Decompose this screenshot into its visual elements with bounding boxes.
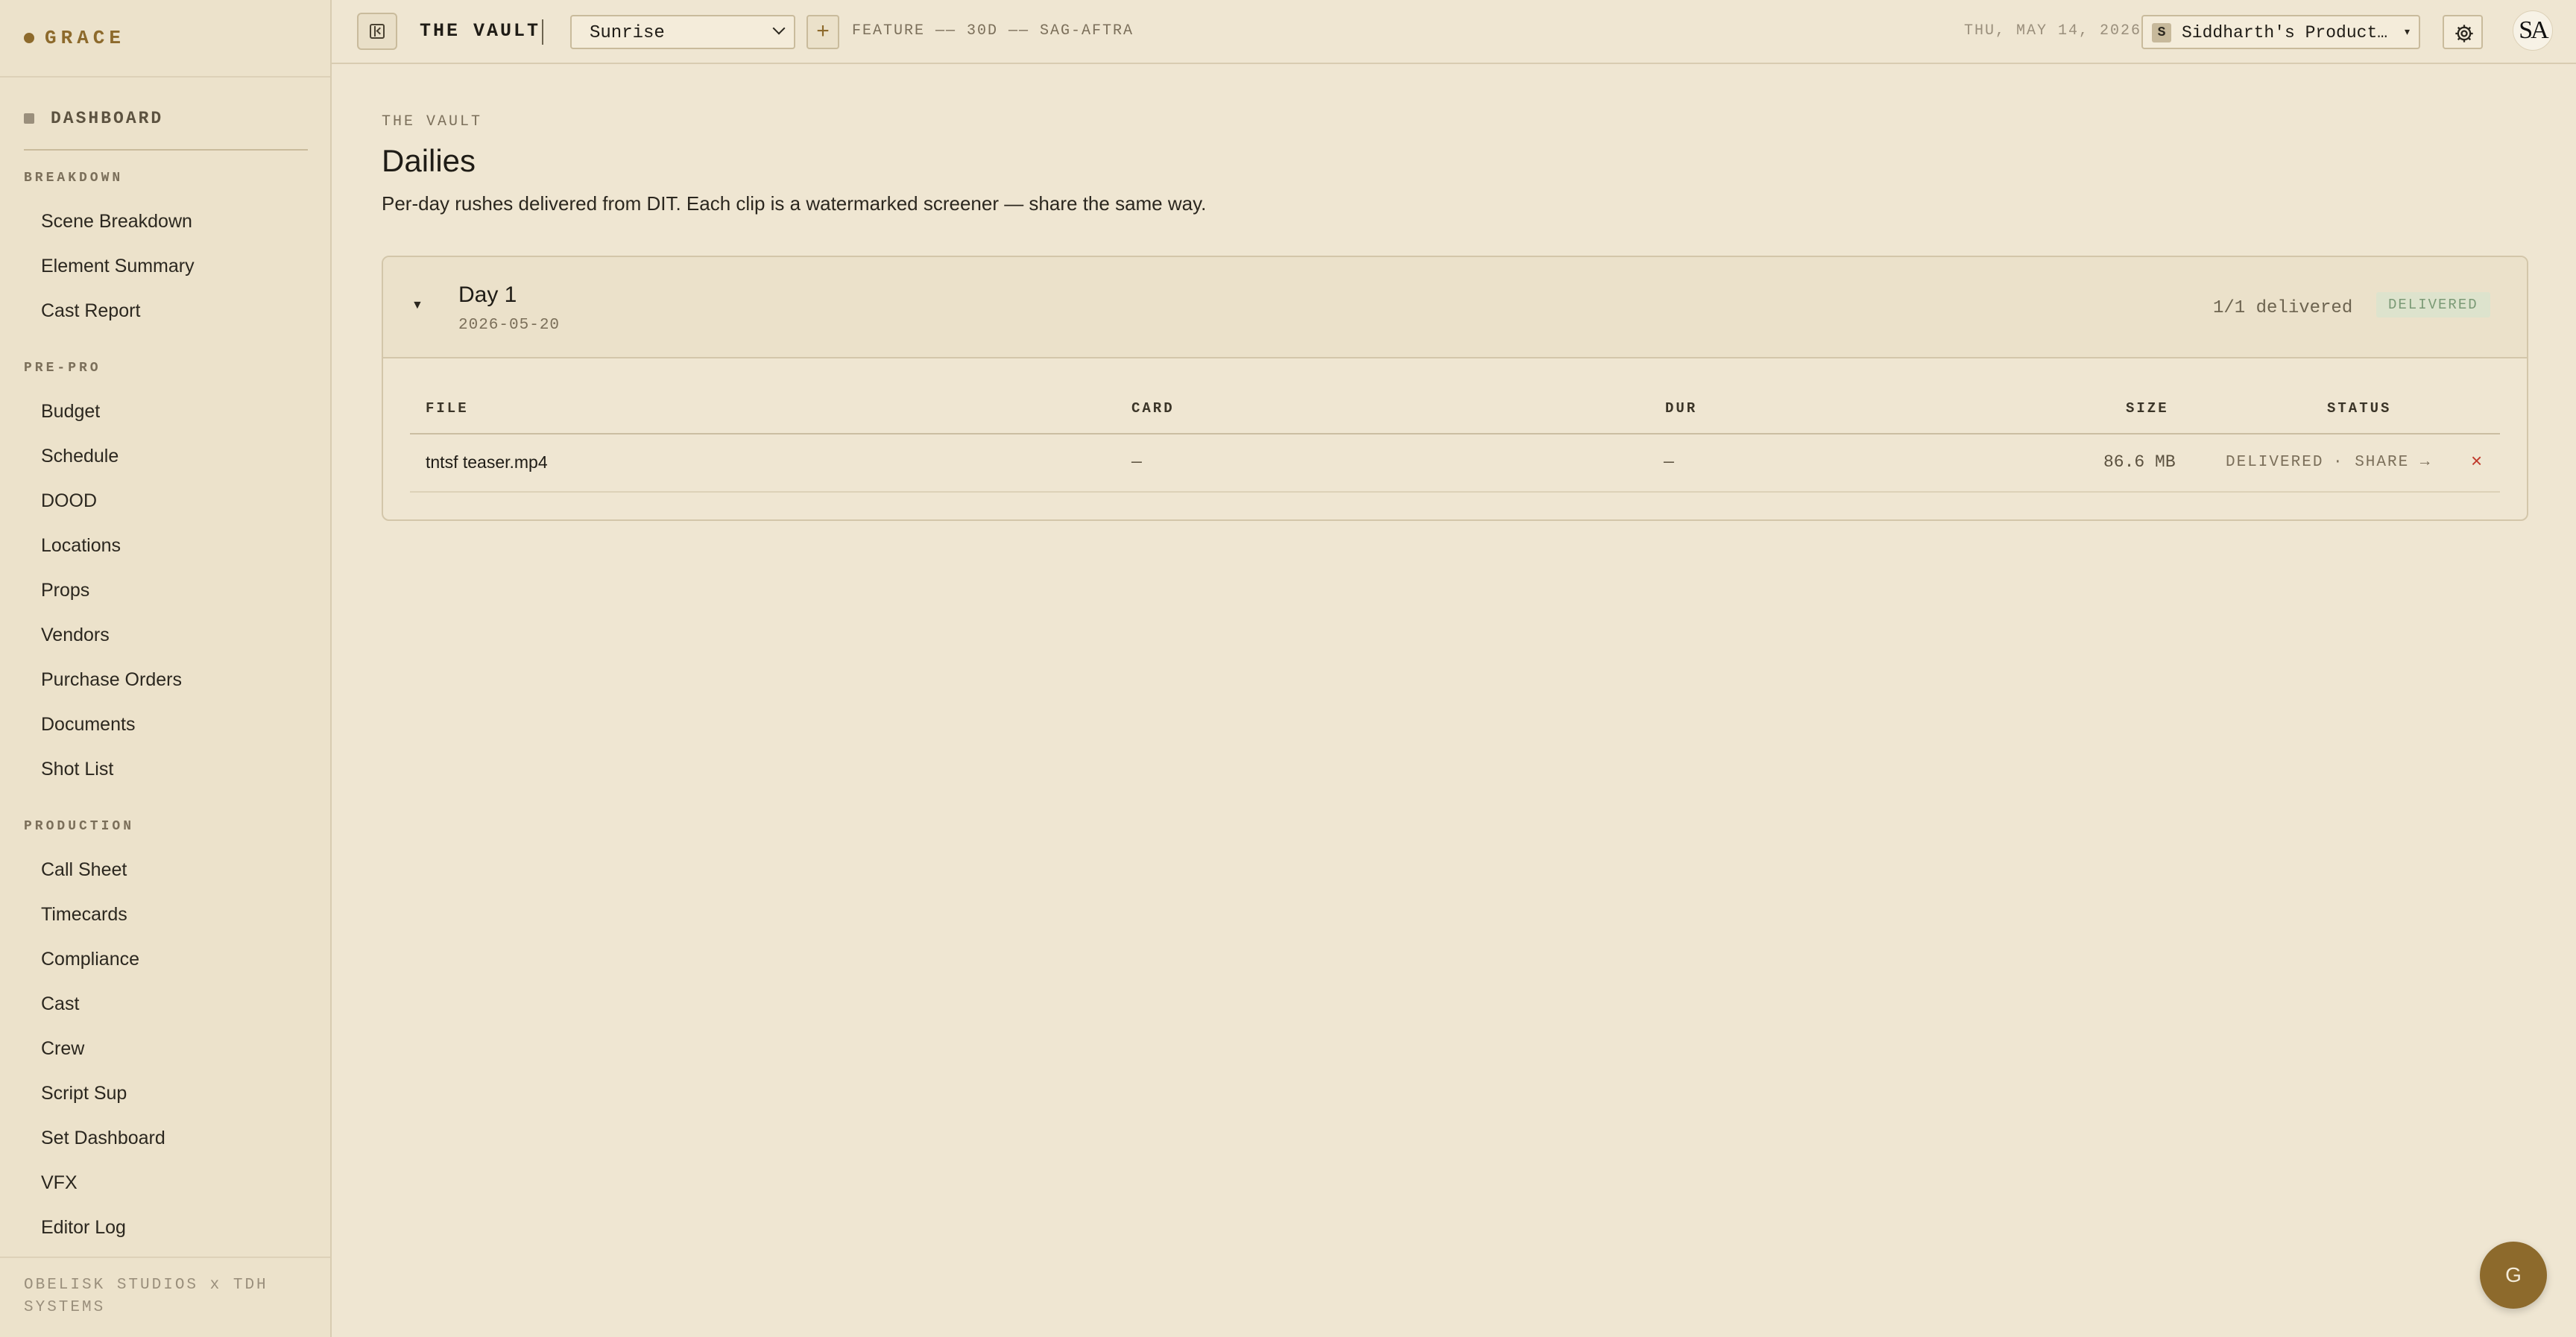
sidebar-item-locations[interactable]: Locations	[41, 535, 121, 557]
sidebar-item-element-summary[interactable]: Element Summary	[41, 256, 195, 277]
sidebar-item-cast-report[interactable]: Cast Report	[41, 300, 140, 322]
sidebar-footer: OBELISK STUDIOS x TDH SYSTEMS	[24, 1277, 268, 1316]
current-date: THU, MAY 14, 2026	[1964, 22, 2142, 39]
sidebar-item-shot-list[interactable]: Shot List	[41, 759, 113, 780]
column-header-size: SIZE	[2126, 400, 2169, 417]
sidebar-item-budget[interactable]: Budget	[41, 401, 100, 423]
collapse-sidebar-button[interactable]	[357, 13, 397, 50]
size-value: 86.6 MB	[2103, 452, 2176, 472]
collapse-triangle-icon[interactable]: ▼	[411, 299, 423, 312]
day-card: ▼ Day 1 2026-05-20 1/1 delivered DELIVER…	[382, 256, 2528, 521]
delete-icon[interactable]: ×	[2471, 449, 2482, 472]
duration-value: —	[1664, 452, 1674, 472]
top-bar: THE VAULT Sunrise + FEATURE —— 30D —— SA…	[332, 0, 2576, 64]
sidebar-item-vfx[interactable]: VFX	[41, 1172, 78, 1194]
section-title-breakdown: BREAKDOWN	[24, 171, 124, 186]
sidebar-item-scene-breakdown[interactable]: Scene Breakdown	[41, 211, 192, 233]
card-value: —	[1131, 452, 1142, 472]
caret-down-icon: ▾	[2404, 25, 2410, 37]
sidebar-item-script-sup[interactable]: Script Sup	[41, 1083, 127, 1104]
sidebar-item-vendors[interactable]: Vendors	[41, 625, 110, 646]
share-link[interactable]: · SHARE →	[2333, 454, 2431, 471]
column-header-file: FILE	[426, 400, 469, 417]
row-status: DELIVERED	[2226, 454, 2324, 471]
add-project-button[interactable]: +	[806, 15, 839, 49]
sidebar-item-documents[interactable]: Documents	[41, 714, 135, 736]
day-title: Day 1	[458, 282, 517, 307]
project-select-value: Sunrise	[590, 23, 665, 43]
divider	[0, 76, 330, 78]
chevron-down-icon	[772, 22, 786, 35]
column-header-status: STATUS	[2327, 400, 2392, 417]
brand[interactable]: GRACE	[24, 27, 125, 49]
project-select[interactable]: Sunrise	[570, 15, 795, 49]
page-subtitle: Per-day rushes delivered from DIT. Each …	[382, 192, 1207, 215]
sidebar-item-cast[interactable]: Cast	[41, 993, 79, 1015]
organization-name: Siddharth's Productions	[2182, 23, 2392, 42]
sidebar-item-editor-log[interactable]: Editor Log	[41, 1217, 126, 1239]
column-header-card: CARD	[1131, 400, 1175, 417]
brand-name: GRACE	[45, 27, 126, 49]
sidebar-item-dashboard[interactable]: DASHBOARD	[24, 109, 163, 128]
sidebar-item-props[interactable]: Props	[41, 580, 89, 601]
table-row[interactable]: tntsf teaser.mp4 — — 86.6 MB DELIVERED ·…	[410, 434, 2500, 493]
sidebar-collapse-icon	[370, 24, 385, 39]
dashboard-icon	[24, 113, 34, 124]
file-name[interactable]: tntsf teaser.mp4	[426, 452, 548, 472]
page-title: Dailies	[382, 143, 476, 178]
brand-dot-icon	[24, 33, 34, 43]
gear-icon	[2455, 25, 2473, 42]
status-badge: DELIVERED	[2376, 292, 2490, 317]
sidebar-item-dood[interactable]: DOOD	[41, 490, 97, 512]
day-date: 2026-05-20	[458, 317, 561, 334]
sidebar-item-label: DASHBOARD	[51, 109, 164, 128]
sidebar-item-compliance[interactable]: Compliance	[41, 949, 139, 970]
sidebar: GRACE DASHBOARD BREAKDOWN Scene Breakdow…	[0, 0, 332, 1337]
settings-button[interactable]	[2443, 15, 2483, 49]
organization-select[interactable]: S Siddharth's Productions ▾	[2141, 15, 2420, 49]
divider	[24, 149, 308, 151]
section-title-pre-pro: PRE-PRO	[24, 361, 101, 376]
divider	[542, 19, 543, 45]
sidebar-item-timecards[interactable]: Timecards	[41, 904, 127, 926]
sidebar-item-purchase-orders[interactable]: Purchase Orders	[41, 669, 182, 691]
organization-avatar: S	[2152, 23, 2171, 42]
breadcrumb: THE VAULT	[382, 113, 483, 130]
user-avatar[interactable]: SA	[2513, 10, 2553, 51]
plus-icon: +	[816, 19, 830, 43]
sidebar-item-set-dashboard[interactable]: Set Dashboard	[41, 1128, 165, 1149]
project-meta: FEATURE —— 30D —— SAG-AFTRA	[852, 22, 1134, 39]
section-title-production: PRODUCTION	[24, 819, 135, 834]
column-header-dur: DUR	[1665, 400, 1698, 417]
sidebar-item-call-sheet[interactable]: Call Sheet	[41, 859, 127, 881]
delivered-count: 1/1 delivered	[2213, 298, 2353, 318]
divider	[0, 1257, 330, 1258]
section-title: THE VAULT	[420, 20, 541, 42]
sidebar-item-crew[interactable]: Crew	[41, 1038, 84, 1060]
sidebar-item-schedule[interactable]: Schedule	[41, 446, 119, 467]
day-card-header[interactable]: ▼ Day 1 2026-05-20 1/1 delivered DELIVER…	[383, 257, 2527, 358]
assistant-button[interactable]: G	[2480, 1242, 2547, 1309]
